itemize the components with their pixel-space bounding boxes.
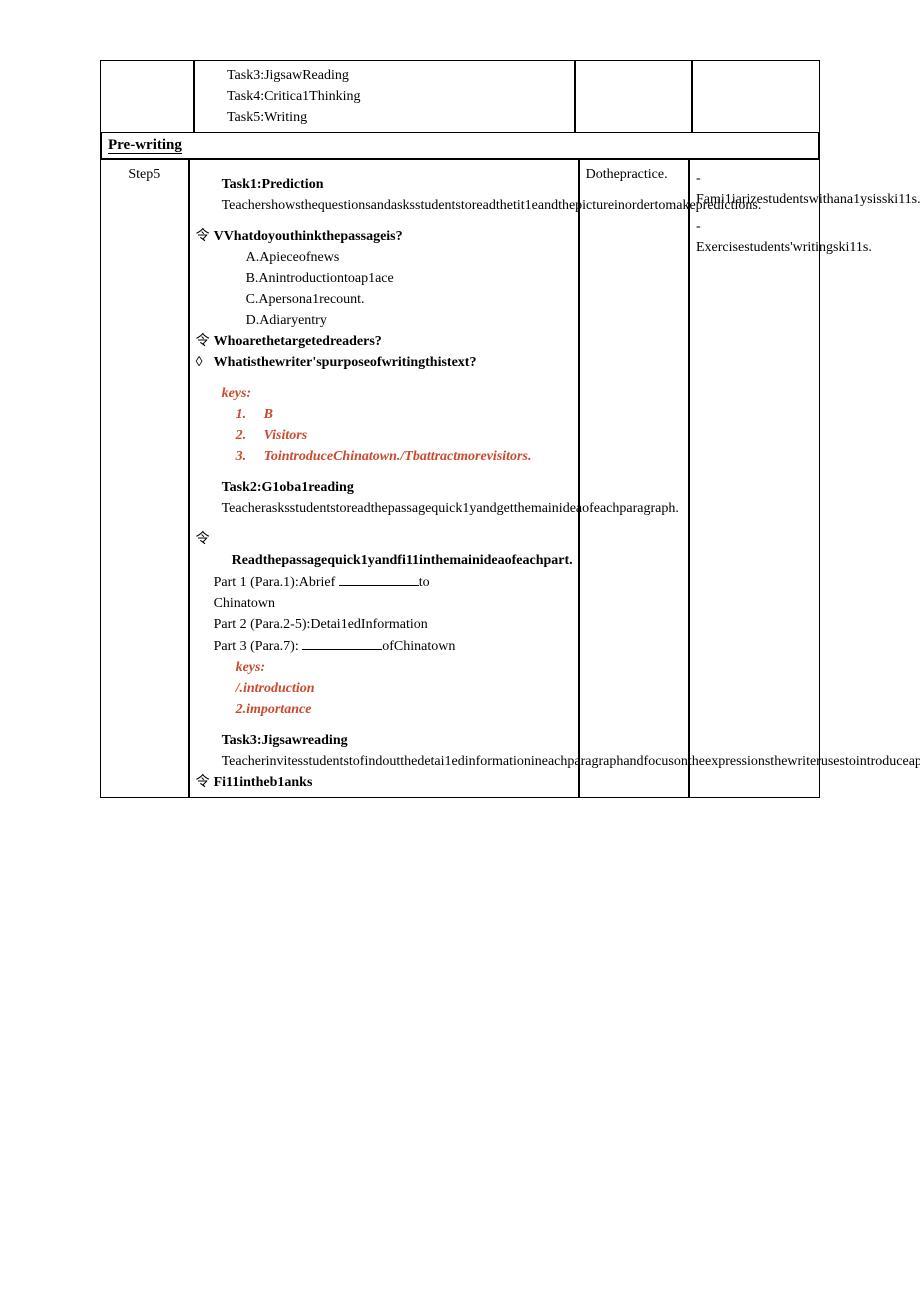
activity-text: Dothepractice.: [586, 167, 668, 182]
task1-key2-row: 2. Visitors: [196, 425, 572, 446]
blank-line: [302, 635, 382, 650]
activity-cell: Dothepractice.: [579, 159, 689, 797]
main-row: Step5 Task1:Prediction Teachershowsthequ…: [101, 159, 819, 797]
task2-part1c: Chinatown: [196, 593, 572, 614]
task3-fill-bullet: 令 Fi11intheb1anks: [196, 772, 572, 793]
top-main-cell: Task3:JigsawReading Task4:Critica1Thinki…: [194, 61, 575, 133]
blank-line: [339, 571, 419, 586]
diamond-icon: 令: [196, 331, 214, 352]
task1-q2-bullet: 令 Whoarethetargetedreaders?: [196, 331, 572, 352]
task3-line: Task3:JigsawReading: [201, 65, 568, 86]
main-content-cell: Task1:Prediction Teachershowsthequestion…: [189, 159, 579, 797]
task5-line: Task5:Writing: [201, 107, 568, 128]
task2-part1: Part 1 (Para.1):Abrief to: [196, 571, 572, 593]
task1-keys-label: keys:: [196, 383, 572, 404]
list-number: 1.: [236, 404, 264, 425]
diamond-icon: 令: [196, 529, 214, 550]
step-label: Step5: [128, 167, 160, 182]
task2-part1b: to: [419, 575, 430, 590]
task1-q1-bullet: 令 VVhatdoyouthinkthepassageis?: [196, 226, 572, 247]
task1-desc: Teachershowsthequestionsandasksstudentst…: [196, 195, 572, 216]
task3-heading: Task3:Jigsawreading: [196, 730, 572, 751]
task2-key2: 2.importance: [210, 699, 572, 720]
task1-key1: B: [264, 404, 572, 425]
task2-part1a: Part 1 (Para.1):Abrief: [214, 575, 339, 590]
diamond-icon: 令: [196, 772, 214, 793]
prewriting-section-header: Pre-writing: [101, 133, 819, 159]
purpose-dash-2: -: [696, 216, 813, 237]
task1-heading: Task1:Prediction: [196, 174, 572, 195]
top-act-cell: [575, 61, 692, 133]
task1-key3: TointroduceChinatown./Tbattractmorevisit…: [264, 446, 572, 467]
lesson-plan-table: Task3:JigsawReading Task4:Critica1Thinki…: [100, 60, 820, 798]
purpose-p2: Exercisestudents'writingski11s.: [696, 237, 813, 258]
task1-optC: C.Apersona1recount.: [196, 289, 572, 310]
top-step-cell: [101, 61, 194, 133]
task2-part3b: ofChinatown: [382, 639, 455, 654]
task1-optB: B.Anintroductiontoap1ace: [196, 268, 572, 289]
task1-key2: Visitors: [264, 425, 572, 446]
prewriting-label: Pre-writing: [108, 137, 182, 154]
task1-q2: Whoarethetargetedreaders?: [214, 331, 572, 352]
task1-optA: A.Apieceofnews: [196, 247, 572, 268]
task2-heading: Task2:G1oba1reading: [196, 477, 572, 498]
task1-q3-bullet: ◊ Whatisthewriter'spurposeofwritingthist…: [196, 352, 572, 373]
task1-q3: Whatisthewriter'spurposeofwritingthistex…: [214, 352, 572, 373]
step-cell: Step5: [101, 159, 189, 797]
task2-part3a: Part 3 (Para.7):: [214, 639, 303, 654]
task2-desc: Teacherasksstudentstoreadthepassagequick…: [196, 498, 572, 519]
top-purpose-cell: [692, 61, 819, 133]
task1-key1-row: 1. B: [196, 404, 572, 425]
diamond-icon: 令: [196, 226, 214, 247]
diamond-open-icon: ◊: [196, 352, 214, 373]
purpose-p1: Fami1iarizestudentswithana1ysisski11s.: [696, 189, 813, 210]
task1-q1: VVhatdoyouthinkthepassageis?: [214, 226, 572, 247]
task2-keys-label: keys:: [210, 657, 572, 678]
task1-key3-row: 3. TointroduceChinatown./Tbattractmorevi…: [196, 446, 572, 467]
task2-part2: Part 2 (Para.2-5):Detai1edInformation: [196, 614, 572, 635]
task2-instruction-bullet: 令: [196, 529, 572, 550]
purpose-dash-1: -: [696, 168, 813, 189]
task2-part3: Part 3 (Para.7): ofChinatown: [196, 635, 572, 657]
top-row: Task3:JigsawReading Task4:Critica1Thinki…: [101, 61, 819, 133]
list-number: 3.: [236, 446, 264, 467]
task3-fill: Fi11intheb1anks: [214, 772, 572, 793]
task2-key1: /.introduction: [210, 678, 572, 699]
task2-instruction: Readthepassagequick1yandfi11inthemainide…: [206, 550, 572, 571]
task1-optD: D.Adiaryentry: [196, 310, 572, 331]
purpose-cell: - Fami1iarizestudentswithana1ysisski11s.…: [689, 159, 819, 797]
task4-line: Task4:Critica1Thinking: [201, 86, 568, 107]
task3-desc: Teacherinvitesstudentstofindoutthedetai1…: [196, 751, 572, 772]
list-number: 2.: [236, 425, 264, 446]
